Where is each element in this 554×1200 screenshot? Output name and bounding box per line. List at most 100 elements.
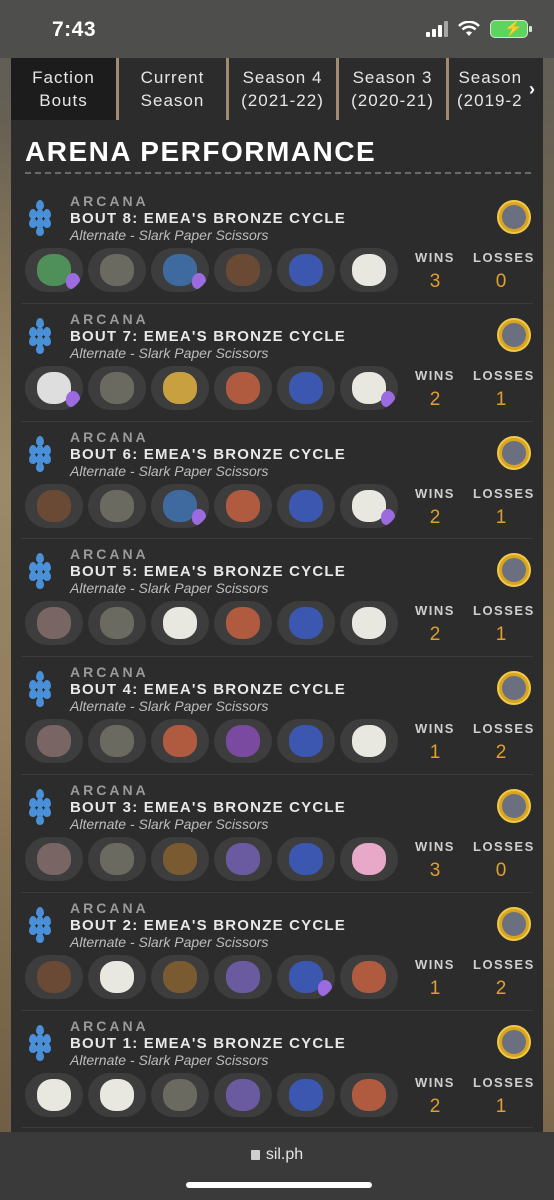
team-member-icon bbox=[277, 601, 335, 646]
team-member-icon bbox=[340, 719, 398, 764]
league-badge-icon bbox=[497, 553, 531, 588]
team-member-icon bbox=[25, 954, 83, 999]
url-bar[interactable]: sil.ph bbox=[0, 1146, 554, 1164]
losses-value: 1 bbox=[495, 1095, 507, 1117]
team-member-icon bbox=[88, 836, 146, 881]
shadow-aura-icon bbox=[192, 508, 206, 525]
bout-stats: WINS 3 LOSSES 0 bbox=[415, 838, 535, 882]
bout-row[interactable]: ARCANA BOUT 3: EMEA'S BRONZE CYCLE Alter… bbox=[21, 775, 533, 893]
team-member-icon bbox=[214, 483, 272, 528]
team-member-icon bbox=[25, 601, 83, 646]
bout-format: Alternate - Slark Paper Scissors bbox=[70, 227, 269, 243]
losses-stat: LOSSES 2 bbox=[473, 721, 535, 764]
bout-row[interactable]: ARCANA BOUT 2: EMEA'S BRONZE CYCLE Alter… bbox=[21, 893, 533, 1011]
faction-arcana-icon bbox=[25, 200, 55, 236]
bout-format: Alternate - Slark Paper Scissors bbox=[70, 1051, 269, 1068]
faction-arcana-icon bbox=[25, 553, 55, 590]
team-member-icon bbox=[340, 248, 398, 292]
shadow-aura-icon bbox=[66, 273, 80, 289]
wins-stat: WINS 3 bbox=[415, 838, 455, 881]
team-member-icon bbox=[277, 954, 335, 999]
team-member-icon bbox=[88, 248, 146, 292]
tab-season-4[interactable]: Season 4 (2021-22) bbox=[229, 58, 339, 120]
team-member-icon bbox=[88, 483, 146, 528]
losses-stat: LOSSES 1 bbox=[473, 603, 535, 646]
team-member-icon bbox=[151, 719, 209, 764]
team-member-icon bbox=[151, 601, 209, 646]
league-badge-icon bbox=[497, 1024, 531, 1059]
team-member-icon bbox=[88, 954, 146, 999]
cellular-signal-icon bbox=[426, 21, 448, 37]
lock-icon bbox=[250, 1150, 260, 1160]
losses-stat: LOSSES 1 bbox=[473, 485, 535, 528]
team-member-icon bbox=[151, 483, 209, 528]
bout-row[interactable]: ARCANA BOUT 4: EMEA'S BRONZE CYCLE Alter… bbox=[21, 657, 533, 775]
team-member-icon bbox=[214, 719, 272, 764]
shadow-aura-icon bbox=[66, 390, 80, 407]
bout-faction: ARCANA bbox=[70, 899, 149, 916]
wins-stat: WINS 1 bbox=[415, 956, 455, 999]
wins-value: 2 bbox=[429, 506, 441, 528]
bout-name: BOUT 4: EMEA'S BRONZE CYCLE bbox=[70, 681, 346, 699]
bout-format: Alternate - Slark Paper Scissors bbox=[70, 344, 269, 361]
bout-row[interactable]: ARCANA BOUT 7: EMEA'S BRONZE CYCLE Alter… bbox=[21, 304, 533, 422]
bout-name: BOUT 5: EMEA'S BRONZE CYCLE bbox=[70, 563, 346, 581]
wins-value: 2 bbox=[429, 388, 441, 410]
bout-faction: ARCANA bbox=[70, 546, 149, 563]
losses-stat: LOSSES 0 bbox=[473, 838, 535, 881]
bout-name: BOUT 2: EMEA'S BRONZE CYCLE bbox=[70, 916, 346, 934]
bout-row[interactable]: ARCANA BOUT 6: EMEA'S BRONZE CYCLE Alter… bbox=[21, 422, 533, 540]
home-indicator[interactable] bbox=[186, 1182, 372, 1188]
team-lineup bbox=[25, 601, 398, 646]
team-member-icon bbox=[277, 483, 335, 528]
bout-format: Alternate - Slark Paper Scissors bbox=[70, 698, 269, 715]
bout-format: Alternate - Slark Paper Scissors bbox=[70, 933, 269, 950]
team-member-icon bbox=[88, 1072, 146, 1117]
season-tabs: Faction Bouts Current Season Season 4 (2021… bbox=[11, 58, 543, 120]
team-member-icon bbox=[214, 365, 272, 410]
wins-value: 1 bbox=[429, 977, 441, 999]
bout-stats: WINS 2 LOSSES 1 bbox=[415, 1075, 533, 1118]
losses-stat: LOSSES 2 bbox=[473, 956, 535, 999]
shadow-aura-icon bbox=[318, 979, 332, 996]
bout-stats: WINS 2 LOSSES 1 bbox=[415, 485, 535, 529]
url-text: sil.ph bbox=[265, 1146, 304, 1163]
tab-faction-bouts[interactable]: Faction Bouts bbox=[11, 58, 119, 120]
bout-row[interactable]: ARCANA BOUT 8: EMEA'S BRONZE CYCLE Alter… bbox=[21, 186, 533, 304]
team-member-icon bbox=[214, 601, 272, 646]
losses-stat: LOSSES 1 bbox=[473, 367, 535, 410]
wins-value: 2 bbox=[429, 624, 441, 646]
wins-stat: WINS 2 bbox=[415, 367, 455, 410]
league-badge-icon bbox=[497, 788, 531, 823]
bout-name: BOUT 8: EMEA'S BRONZE CYCLE bbox=[70, 210, 346, 227]
shadow-aura-icon bbox=[192, 273, 206, 289]
faction-arcana-icon bbox=[25, 317, 55, 354]
bout-row[interactable]: ARCANA BOUT 5: EMEA'S BRONZE CYCLE Alter… bbox=[21, 539, 535, 658]
team-member-icon bbox=[277, 365, 335, 410]
bout-faction: ARCANA bbox=[70, 310, 149, 327]
losses-value: 0 bbox=[495, 271, 507, 292]
losses-value: 1 bbox=[495, 506, 507, 528]
team-member-icon bbox=[340, 483, 398, 528]
page-title: ARENA PERFORMANCE bbox=[25, 136, 377, 167]
tab-current-season[interactable]: Current Season bbox=[119, 58, 229, 120]
bout-format: Alternate - Slark Paper Scissors bbox=[70, 580, 269, 597]
tab-season-3[interactable]: Season 3 (2020-21) bbox=[339, 58, 449, 120]
team-member-icon bbox=[151, 1072, 209, 1117]
tabs-scroll-right-icon[interactable]: › bbox=[521, 58, 543, 120]
team-member-icon bbox=[151, 954, 209, 999]
team-member-icon bbox=[25, 365, 83, 410]
bout-name: BOUT 7: EMEA'S BRONZE CYCLE bbox=[70, 327, 346, 345]
team-member-icon bbox=[340, 836, 398, 881]
wins-stat: WINS 3 bbox=[415, 250, 455, 292]
bout-row[interactable]: ARCANA BOUT 1: EMEA'S BRONZE CYCLE Alter… bbox=[21, 1011, 533, 1129]
losses-value: 1 bbox=[495, 388, 507, 410]
team-member-icon bbox=[88, 719, 146, 764]
league-badge-icon bbox=[497, 435, 531, 470]
team-member-icon bbox=[25, 248, 83, 292]
losses-value: 2 bbox=[495, 742, 507, 764]
team-lineup bbox=[25, 483, 398, 528]
bout-stats: WINS 1 LOSSES 2 bbox=[415, 956, 535, 1000]
battery-icon: ⚡ bbox=[490, 20, 532, 38]
losses-value: 0 bbox=[495, 859, 507, 881]
